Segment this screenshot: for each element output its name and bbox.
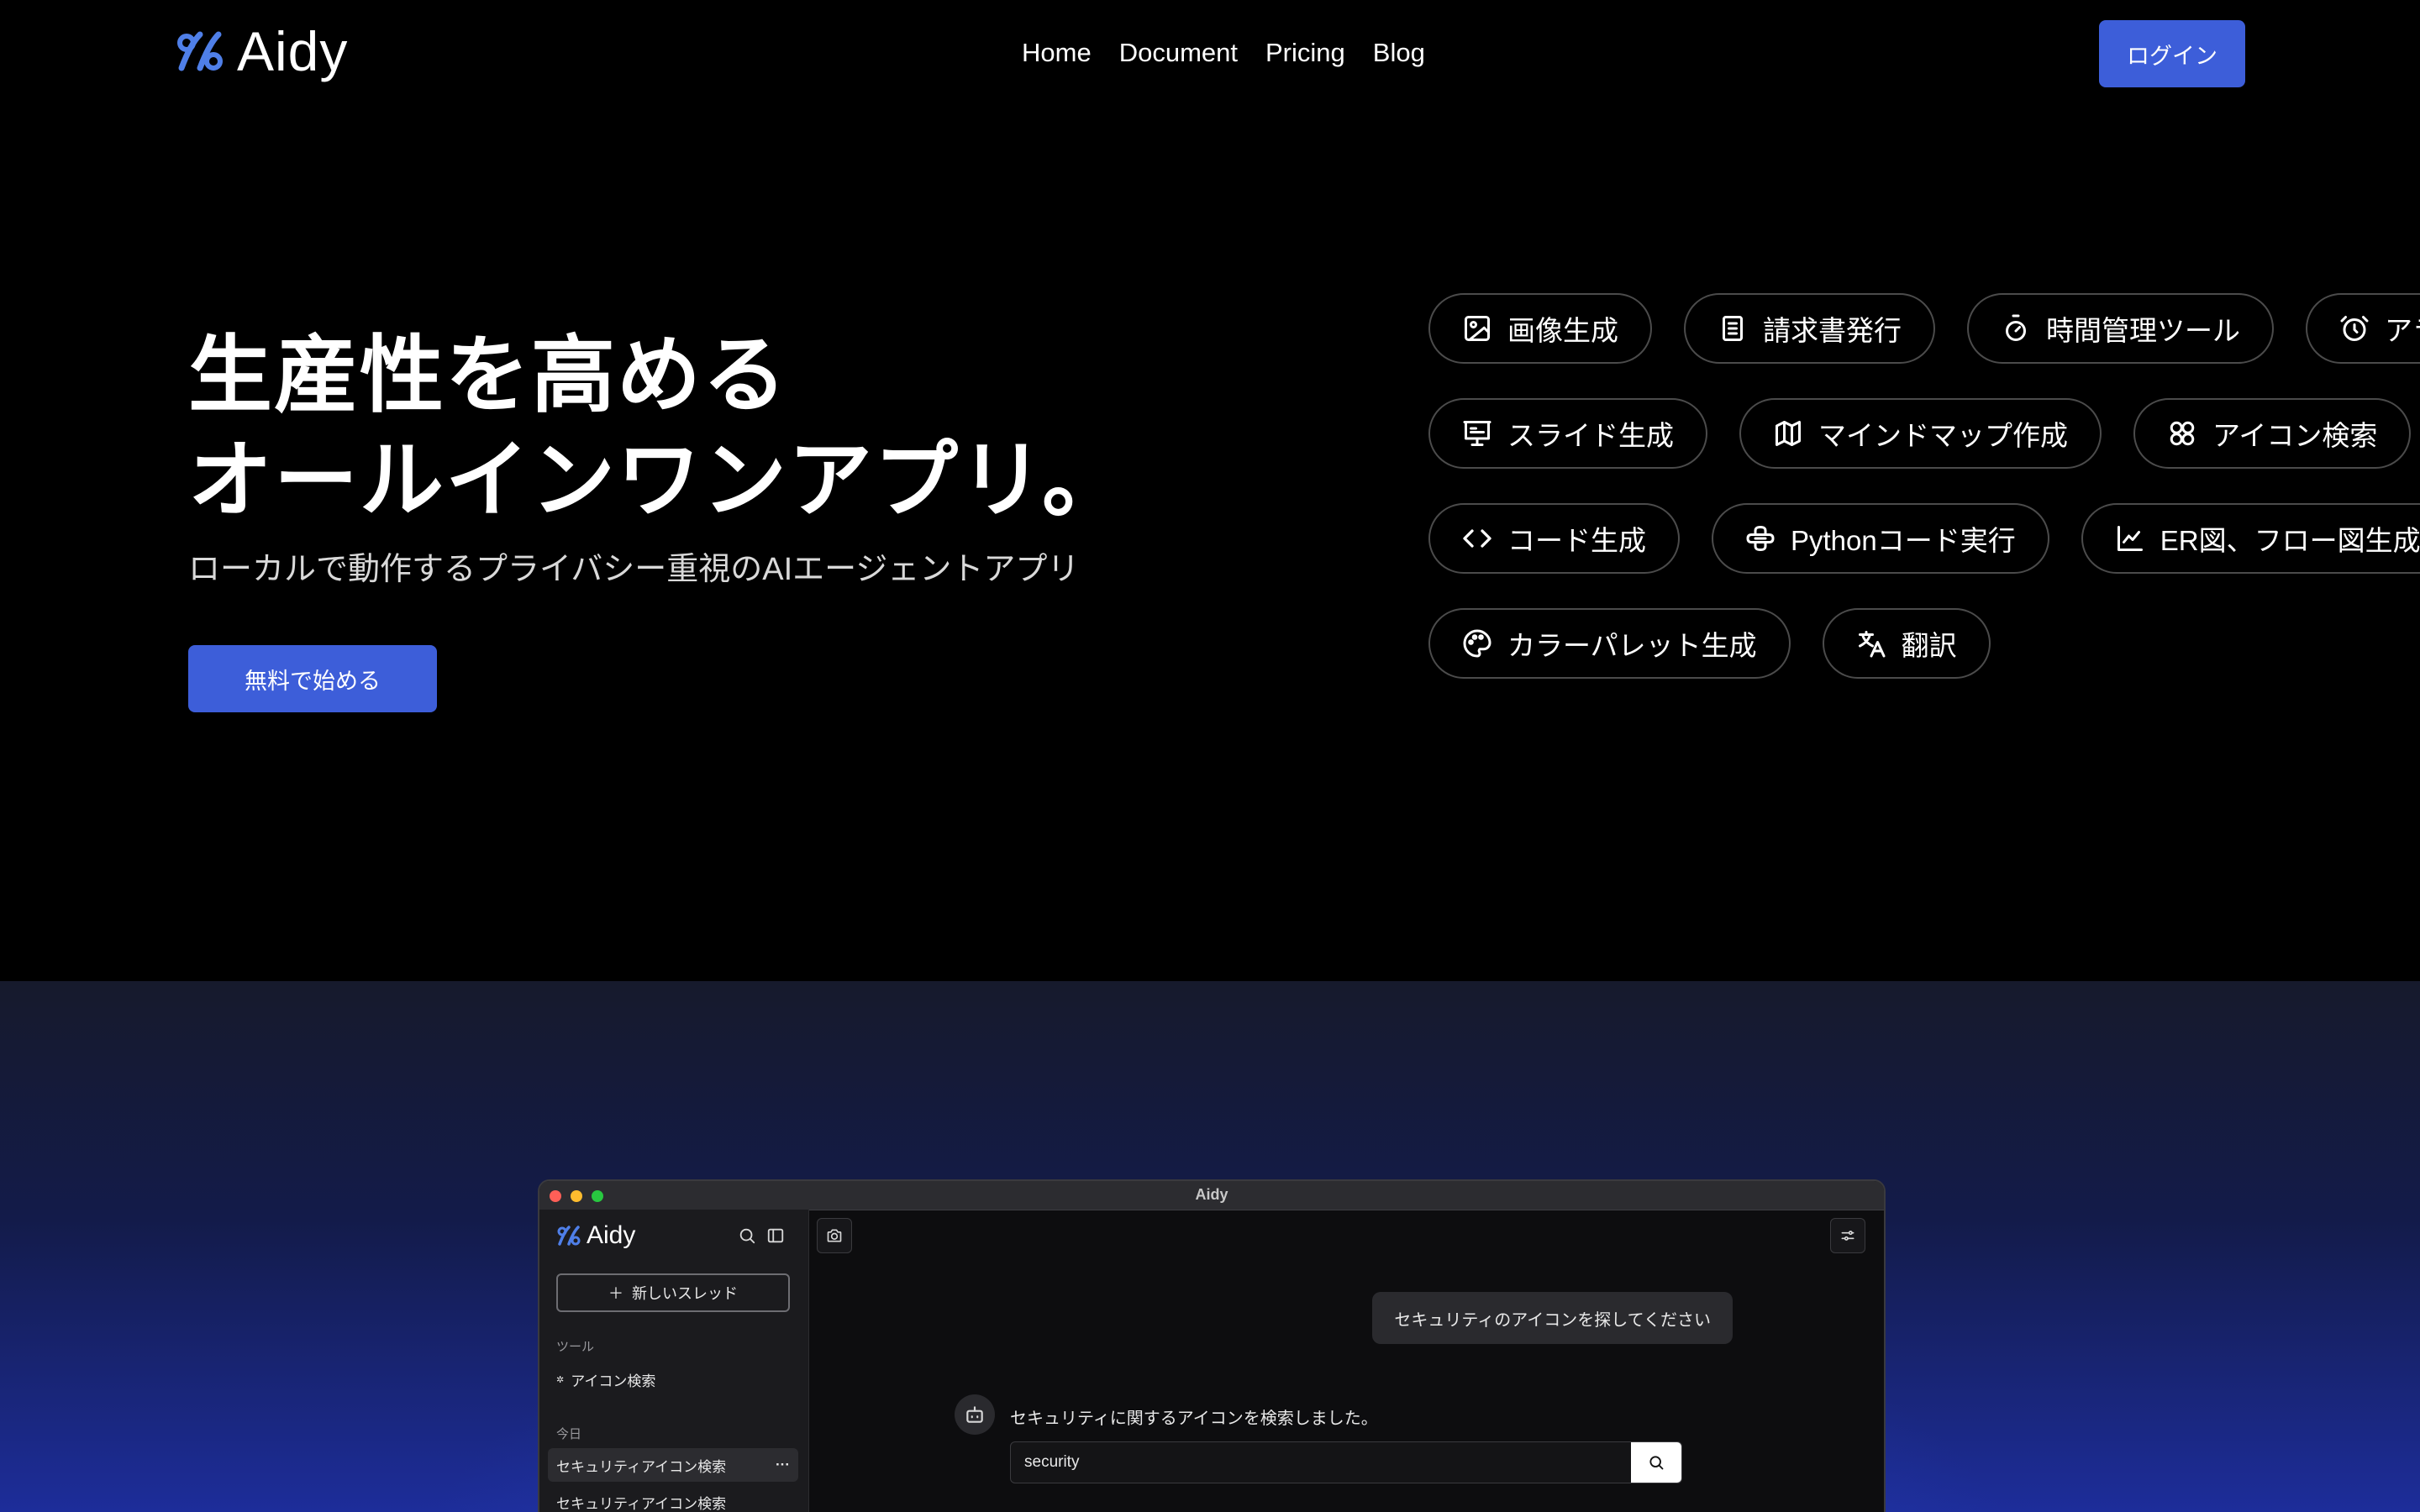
chip-image-generation[interactable]: 画像生成 (1428, 293, 1652, 364)
new-thread-button[interactable]: ＋ 新しいスレッド (556, 1273, 790, 1312)
chip-label: 画像生成 (1507, 315, 1618, 346)
code-icon (1462, 523, 1492, 554)
sidebar-thread-item[interactable]: セキュリティアイコン検索 (556, 1492, 726, 1512)
chip-label: アイコン検索 (2212, 420, 2378, 451)
sidebar-logo: Aidy (556, 1221, 635, 1250)
image-icon (1462, 313, 1492, 344)
today-heading: 今日 (556, 1427, 582, 1441)
sidebar-toggle-icon[interactable] (766, 1226, 785, 1245)
chip-diagram-generation[interactable]: ER図、フロー図生成 (2081, 503, 2420, 574)
icon-search-box (1010, 1441, 1682, 1483)
start-free-button[interactable]: 無料で始める (188, 645, 437, 712)
chip-label: ER図、フロー図生成 (2160, 525, 2420, 556)
chip-label: 翻訳 (1901, 630, 1957, 661)
chip-python-exec[interactable]: Pythonコード実行 (1712, 503, 2049, 574)
sidebar-tool-label: アイコン検索 (571, 1373, 656, 1389)
logo[interactable]: Aidy (175, 24, 348, 79)
bot-icon (966, 1406, 983, 1423)
hero-title-line1: 生産性を高める (188, 328, 788, 423)
sidebar-thread-item[interactable]: セキュリティアイコン検索 ··· (548, 1448, 798, 1482)
slides-icon (1462, 418, 1492, 449)
translate-icon (1856, 628, 1886, 659)
thread-title: セキュリティアイコン検索 (556, 1496, 727, 1512)
python-icon (1745, 523, 1776, 554)
bot-avatar (955, 1394, 995, 1435)
sidebar-logo-text: Aidy (587, 1221, 636, 1249)
nav-document[interactable]: Document (1119, 34, 1238, 72)
chip-label: カラーパレット生成 (1507, 630, 1757, 661)
sidebar-tool-icon-search[interactable]: ✲ アイコン検索 (556, 1369, 655, 1390)
chip-code-generation[interactable]: コード生成 (1428, 503, 1680, 574)
feature-row-4: カラーパレット生成 翻訳 (1428, 608, 1991, 679)
more-icon[interactable]: ··· (776, 1457, 790, 1473)
chip-icon-search[interactable]: アイコン検索 (2133, 398, 2412, 469)
camera-button[interactable] (817, 1218, 852, 1253)
timer-icon (2001, 313, 2031, 344)
app-window: Aidy Aidy ＋ 新しいスレッド ツール ✲ アイコン検索 今日 セキュリ… (538, 1179, 1886, 1512)
app-preview-section: Aidy Aidy ＋ 新しいスレッド ツール ✲ アイコン検索 今日 セキュリ… (0, 981, 2420, 1512)
chip-invoice[interactable]: 請求書発行 (1684, 293, 1935, 364)
tools-heading: ツール (556, 1340, 595, 1354)
chart-icon (2115, 523, 2145, 554)
window-titlebar: Aidy (539, 1181, 1884, 1210)
feature-row-1: 画像生成 請求書発行 時間管理ツール アラ (1428, 293, 2420, 364)
search-button[interactable] (1631, 1442, 1681, 1483)
camera-icon (827, 1229, 842, 1242)
icons-icon: ✲ (556, 1375, 565, 1385)
nav-blog[interactable]: Blog (1373, 34, 1425, 72)
window-title: Aidy (1195, 1186, 1228, 1203)
app-sidebar: Aidy ＋ 新しいスレッド ツール ✲ アイコン検索 今日 セキュリティアイコ… (539, 1210, 809, 1512)
plus-icon: ＋ (608, 1285, 623, 1302)
chip-label: アラ (2385, 315, 2420, 346)
hero-title-line2: オールインワンアプリ。 (188, 433, 1128, 528)
thread-title: セキュリティアイコン検索 (556, 1458, 727, 1475)
nav-pricing[interactable]: Pricing (1265, 34, 1345, 72)
bot-message: セキュリティに関するアイコンを検索しました。 (1010, 1410, 1378, 1428)
chip-time-management[interactable]: 時間管理ツール (1967, 293, 2274, 364)
logo-mark-icon (557, 1226, 581, 1246)
logo-mark-icon (177, 31, 223, 71)
search-icon (1649, 1456, 1664, 1470)
main-nav: Home Document Pricing Blog (1022, 34, 1425, 72)
settings-button[interactable] (1830, 1218, 1865, 1253)
feature-row-2: スライド生成 マインドマップ作成 アイコン検索 (1428, 398, 2412, 469)
chip-color-palette[interactable]: カラーパレット生成 (1428, 608, 1791, 679)
sliders-icon (1841, 1231, 1854, 1241)
chip-label: コード生成 (1507, 525, 1646, 556)
chip-label: スライド生成 (1507, 420, 1674, 451)
new-thread-label: 新しいスレッド (632, 1285, 738, 1302)
chip-translate[interactable]: 翻訳 (1822, 608, 1991, 679)
logo-text: Aidy (237, 20, 349, 82)
chip-slide-generation[interactable]: スライド生成 (1428, 398, 1707, 469)
chip-mindmap[interactable]: マインドマップ作成 (1739, 398, 2102, 469)
user-message: セキュリティのアイコンを探してください (1372, 1292, 1733, 1344)
chip-alarm[interactable]: アラ (2306, 293, 2420, 364)
hero-subtitle: ローカルで動作するプライバシー重視のAIエージェントアプリ (188, 552, 1080, 587)
feature-row-3: コード生成 Pythonコード実行 ER図、フロー図生成 (1428, 503, 2420, 574)
chip-label: 時間管理ツール (2046, 315, 2240, 346)
palette-icon (1462, 628, 1492, 659)
search-input[interactable] (1011, 1442, 1633, 1483)
hero-title: 生産性を高める オールインワンアプリ。 (188, 323, 1128, 533)
nav-home[interactable]: Home (1022, 34, 1092, 72)
chip-label: Pythonコード実行 (1791, 525, 2016, 556)
login-button[interactable]: ログイン (2099, 20, 2245, 87)
chip-label: マインドマップ作成 (1818, 420, 2068, 451)
map-icon (1773, 418, 1803, 449)
chip-label: 請求書発行 (1763, 315, 1902, 346)
alarm-icon (2339, 313, 2370, 344)
icons-icon (2167, 418, 2197, 449)
document-icon (1718, 313, 1748, 344)
search-icon[interactable] (738, 1226, 756, 1245)
